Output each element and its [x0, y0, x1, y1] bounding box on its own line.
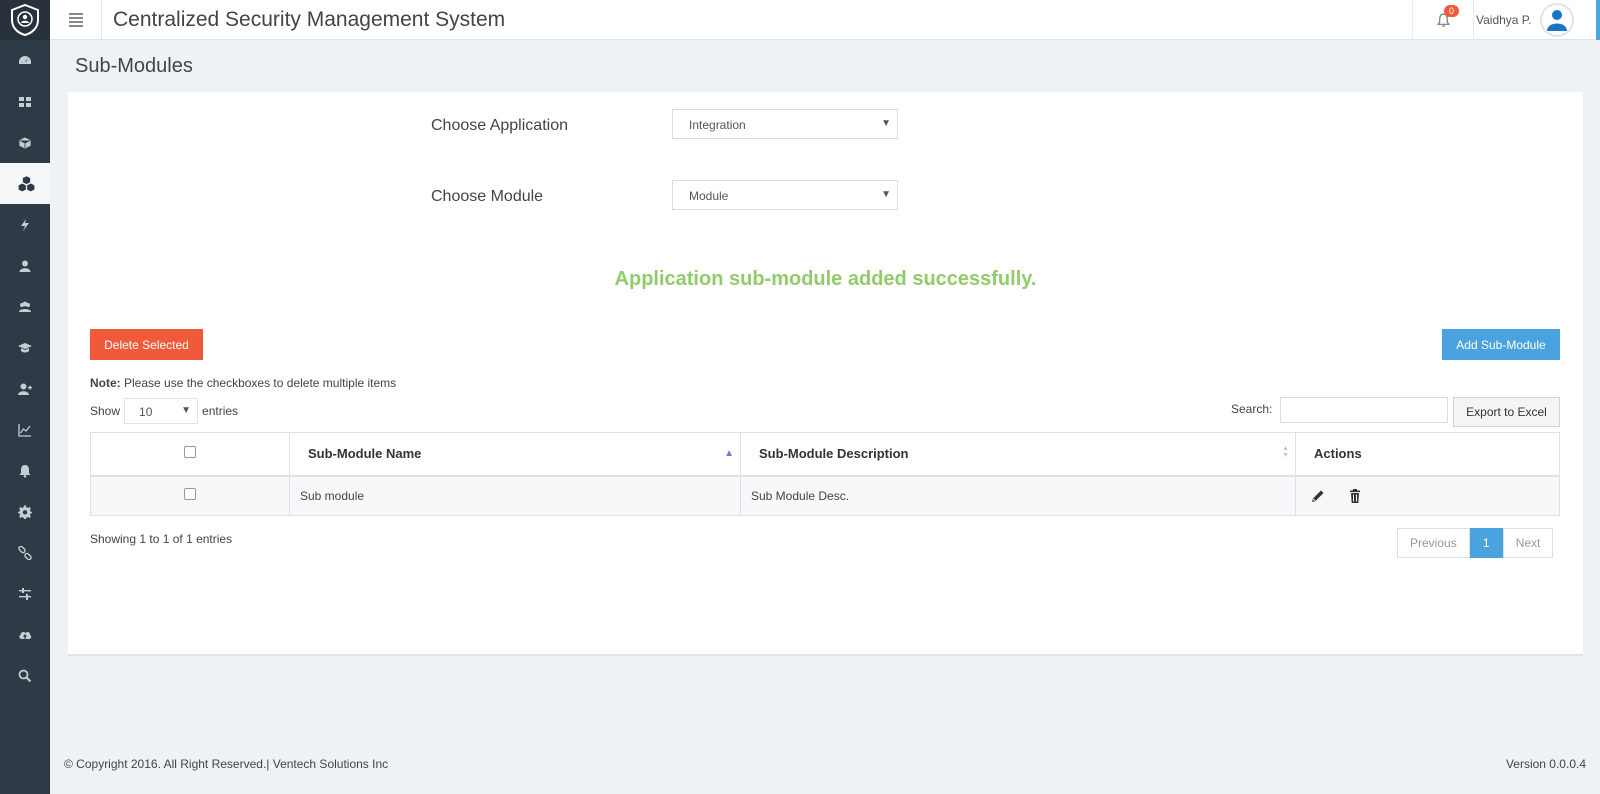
application-select[interactable]: Integration ▼	[672, 109, 898, 139]
export-to-excel-button[interactable]: Export to Excel	[1453, 397, 1560, 427]
edit-pencil-icon[interactable]	[1310, 488, 1326, 504]
sidebar-item-links[interactable]	[0, 532, 50, 573]
table-header-row: Sub-Module Name ▲ Sub-Module Description…	[90, 432, 1560, 477]
cloud-upload-icon	[19, 631, 32, 639]
submodules-table: Sub-Module Name ▲ Sub-Module Description…	[90, 432, 1560, 516]
sidebar-item-add-user[interactable]	[0, 368, 50, 409]
sidebar-item-grid[interactable]	[0, 81, 50, 122]
pagination-page-button[interactable]: 1	[1469, 528, 1503, 558]
grid-icon	[19, 96, 31, 107]
footer-copyright: © Copyright 2016. All Right Reserved.| V…	[64, 757, 389, 771]
user-name[interactable]: Vaidhya P.	[1476, 13, 1532, 27]
app-title: Centralized Security Management System	[113, 8, 506, 31]
pagination: Previous 1 Next	[1397, 528, 1554, 558]
menu-toggle-button[interactable]	[50, 0, 102, 40]
entries-per-page-value: 10	[139, 405, 153, 419]
application-select-value: Integration	[689, 118, 746, 132]
top-header: Centralized Security Management System 0…	[50, 0, 1600, 40]
delete-trash-icon[interactable]	[1347, 488, 1363, 504]
table-row: Sub module Sub Module Desc.	[90, 475, 1560, 516]
dashboard-icon	[19, 55, 31, 64]
sidebar-item-reports[interactable]	[0, 409, 50, 450]
pagination-previous-button[interactable]: Previous	[1397, 528, 1470, 558]
notification-badge: 0	[1444, 5, 1460, 17]
note-text: Note: Please use the checkboxes to delet…	[90, 376, 396, 390]
header-accent-edge	[1596, 0, 1600, 40]
line-chart-icon	[18, 423, 31, 437]
note-prefix: Note:	[90, 376, 121, 390]
delete-selected-button[interactable]: Delete Selected	[90, 329, 203, 360]
success-message: Application sub-module added successfull…	[614, 268, 1037, 290]
app-logo[interactable]	[0, 0, 50, 40]
row-select-cell	[90, 475, 290, 516]
column-header-name[interactable]: Sub-Module Name ▲	[289, 432, 741, 477]
search-label: Search:	[1231, 402, 1273, 416]
column-header-actions-label: Actions	[1314, 446, 1362, 462]
entries-per-page-select[interactable]: 10 ▼	[124, 398, 199, 424]
choose-module-label: Choose Module	[431, 188, 544, 205]
sidebar-item-submodules[interactable]	[0, 163, 50, 204]
sort-both-icon: ▲ ▼	[1282, 445, 1289, 459]
search-input[interactable]	[1280, 397, 1448, 423]
link-icon	[18, 545, 32, 560]
column-header-actions: Actions	[1295, 432, 1560, 477]
add-submodule-button[interactable]: Add Sub-Module	[1442, 329, 1560, 360]
content-panel: Choose Application Integration ▼ Choose …	[68, 92, 1583, 656]
sidebar-item-graduation[interactable]	[0, 327, 50, 368]
sidebar-item-bolt[interactable]	[0, 204, 50, 245]
users-icon	[19, 301, 31, 312]
avatar[interactable]	[1540, 3, 1574, 37]
sliders-icon	[19, 587, 31, 600]
sidebar-item-users[interactable]	[0, 286, 50, 327]
table-info: Showing 1 to 1 of 1 entries	[90, 532, 233, 546]
user-plus-icon	[18, 383, 32, 395]
user-avatar-icon	[1547, 10, 1567, 31]
graduation-cap-icon	[18, 342, 32, 352]
choose-application-label: Choose Application	[431, 117, 568, 134]
column-header-description-label: Sub-Module Description	[759, 446, 909, 462]
caret-down-icon: ▼	[181, 405, 192, 416]
entries-label: entries	[202, 404, 239, 418]
user-icon	[19, 260, 31, 272]
row-actions-cell	[1295, 475, 1560, 516]
select-all-checkbox[interactable]	[184, 446, 196, 459]
note-body: Please use the checkboxes to delete mult…	[120, 376, 397, 390]
module-select-value: Module	[689, 189, 729, 203]
bolt-icon	[21, 218, 29, 231]
sidebar	[0, 0, 50, 794]
column-header-description[interactable]: Sub-Module Description ▲ ▼	[740, 432, 1296, 477]
module-select[interactable]: Module ▼	[672, 180, 898, 210]
entries-length-control: Show 10 ▼ entries	[90, 397, 238, 425]
sidebar-item-search[interactable]	[0, 655, 50, 696]
show-label: Show	[90, 404, 121, 418]
gear-icon	[18, 505, 32, 519]
sidebar-item-dashboard[interactable]	[0, 40, 50, 81]
row-checkbox[interactable]	[184, 488, 196, 501]
sidebar-item-sliders[interactable]	[0, 573, 50, 614]
shield-logo-icon	[11, 3, 39, 37]
select-all-header	[90, 432, 290, 477]
submodule-name-cell: Sub module	[289, 475, 741, 516]
pagination-next-button[interactable]: Next	[1502, 528, 1554, 558]
sidebar-item-settings[interactable]	[0, 491, 50, 532]
sidebar-item-cube[interactable]	[0, 122, 50, 163]
footer-version: Version 0.0.0.4	[1505, 757, 1586, 771]
page-title: Sub-Modules	[75, 55, 193, 77]
caret-down-icon: ▼	[881, 189, 891, 200]
submodule-description-cell: Sub Module Desc.	[740, 475, 1296, 516]
search-icon	[18, 669, 32, 682]
sidebar-item-notifications[interactable]	[0, 450, 50, 491]
cube-icon	[18, 136, 32, 149]
cubes-icon	[18, 176, 35, 192]
notifications-button[interactable]: 0	[1412, 0, 1474, 40]
sort-ascending-icon: ▲	[724, 448, 734, 459]
column-header-name-label: Sub-Module Name	[308, 446, 422, 462]
sidebar-item-upload[interactable]	[0, 614, 50, 655]
hamburger-icon	[68, 11, 83, 29]
bell-icon	[19, 464, 31, 478]
caret-down-icon: ▼	[881, 118, 891, 129]
sidebar-item-user[interactable]	[0, 245, 50, 286]
